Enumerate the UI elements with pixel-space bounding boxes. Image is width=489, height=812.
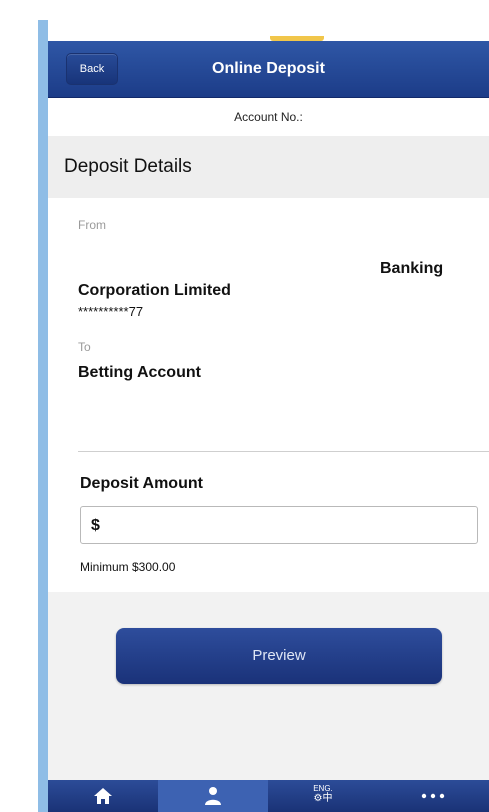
to-label: To <box>78 340 91 354</box>
language-label: ENG. <box>313 784 333 793</box>
section-header: Deposit Details <box>48 136 489 199</box>
from-bank-name-part2: Corporation Limited <box>78 282 231 299</box>
tab-language-settings[interactable]: ENG. ⚙中 <box>268 780 378 812</box>
from-label: From <box>78 218 106 232</box>
language-settings-icon: ENG. ⚙中 <box>311 784 335 808</box>
tab-account[interactable] <box>158 780 268 812</box>
amount-value: $ <box>91 517 100 534</box>
more-icon <box>421 793 445 799</box>
tab-more[interactable] <box>378 780 488 812</box>
deposit-details-card: From Banking Corporation Limited *******… <box>48 198 489 592</box>
account-person-icon <box>205 787 221 805</box>
action-area: Preview <box>48 592 489 780</box>
page-title: Online Deposit <box>212 60 325 77</box>
minimum-amount-note: Minimum $300.00 <box>80 560 176 574</box>
to-account-name: Betting Account <box>78 364 201 381</box>
section-title: Deposit Details <box>64 156 192 177</box>
account-number-label: Account No.: <box>48 98 489 136</box>
app-screen: Back Online Deposit Account No.: Deposit… <box>48 20 489 812</box>
bottom-tab-bar: ENG. ⚙中 <box>48 780 489 812</box>
device-frame: Back Online Deposit Account No.: Deposit… <box>38 20 489 812</box>
nav-bar: Back Online Deposit <box>48 41 489 98</box>
settings-glyph: ⚙中 <box>313 793 333 804</box>
home-icon <box>94 788 112 804</box>
divider <box>78 451 489 452</box>
preview-button[interactable]: Preview <box>116 628 442 684</box>
deposit-amount-input[interactable]: $ <box>80 506 478 544</box>
from-account-number: **********77 <box>78 304 144 319</box>
deposit-amount-label: Deposit Amount <box>80 475 203 492</box>
tab-home[interactable] <box>48 780 158 812</box>
from-bank-name-part1: Banking <box>380 260 444 277</box>
status-indicator <box>270 36 324 41</box>
